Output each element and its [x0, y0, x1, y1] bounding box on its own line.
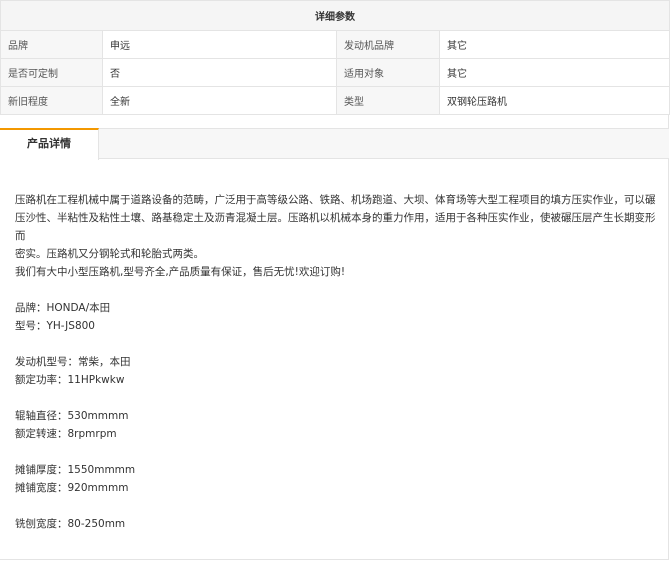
spec-value-target: 其它	[439, 58, 670, 87]
spec-table-title: 详细参数	[0, 0, 670, 31]
detail-rated-speed: 额定转速：8rpmrpm	[15, 428, 117, 440]
spec-value-brand: 申远	[102, 30, 337, 59]
detail-paving-width: 摊铺宽度：920mmmm	[15, 482, 129, 494]
description-line: 压路机在工程机械中属于道路设备的范畴，广泛用于高等级公路、铁路、机场跑道、大坝、…	[15, 194, 656, 206]
detail-rated-power: 额定功率：11HPkwkw	[15, 374, 125, 386]
detail-model: 型号：YH-JS800	[15, 320, 95, 332]
spec-value-type: 双钢轮压路机	[439, 86, 670, 115]
detail-tab-bar: 产品详情	[0, 128, 669, 160]
description-line: 我们有大中小型压路机,型号齐全,产品质量有保证，售后无忧!欢迎订购!	[15, 266, 346, 278]
spec-value-condition: 全新	[102, 86, 337, 115]
spec-table: 详细参数 品牌 申远 发动机品牌 其它 是否可定制 否 适用对象 其它 新旧程度…	[0, 0, 670, 115]
description-line: 压沙性、半粘性及粘性土壤、路基稳定土及沥青混凝土层。压路机以机械本身的重力作用，…	[15, 212, 656, 242]
spec-label-customizable: 是否可定制	[0, 58, 103, 87]
spec-table-header: 详细参数	[0, 0, 670, 31]
product-detail-panel: 详细参数 品牌 申远 发动机品牌 其它 是否可定制 否 适用对象 其它 新旧程度…	[0, 0, 670, 560]
spec-label-type: 类型	[336, 86, 440, 115]
spec-label-engine-brand: 发动机品牌	[336, 30, 440, 59]
table-row: 新旧程度 全新 类型 双钢轮压路机	[0, 86, 670, 115]
detail-paving-thickness: 摊铺厚度：1550mmmm	[15, 464, 136, 476]
spec-label-condition: 新旧程度	[0, 86, 103, 115]
spec-label-target: 适用对象	[336, 58, 440, 87]
spec-value-customizable: 否	[102, 58, 337, 87]
detail-roller-diameter: 辊轴直径：530mmmm	[15, 410, 129, 422]
spec-value-engine-brand: 其它	[439, 30, 670, 59]
detail-brand: 品牌：HONDA/本田	[15, 302, 111, 314]
detail-milling-width: 铣刨宽度：80-250mm	[15, 518, 126, 530]
description-line: 密实。压路机又分钢轮式和轮胎式两类。	[15, 248, 204, 260]
detail-engine-model: 发动机型号：常柴，本田	[15, 356, 131, 368]
table-row: 品牌 申远 发动机品牌 其它	[0, 30, 670, 59]
product-description: 压路机在工程机械中属于道路设备的范畴，广泛用于高等级公路、铁路、机场跑道、大坝、…	[15, 191, 660, 533]
spec-label-brand: 品牌	[0, 30, 103, 59]
table-row: 是否可定制 否 适用对象 其它	[0, 58, 670, 87]
tab-product-details[interactable]: 产品详情	[0, 128, 99, 160]
